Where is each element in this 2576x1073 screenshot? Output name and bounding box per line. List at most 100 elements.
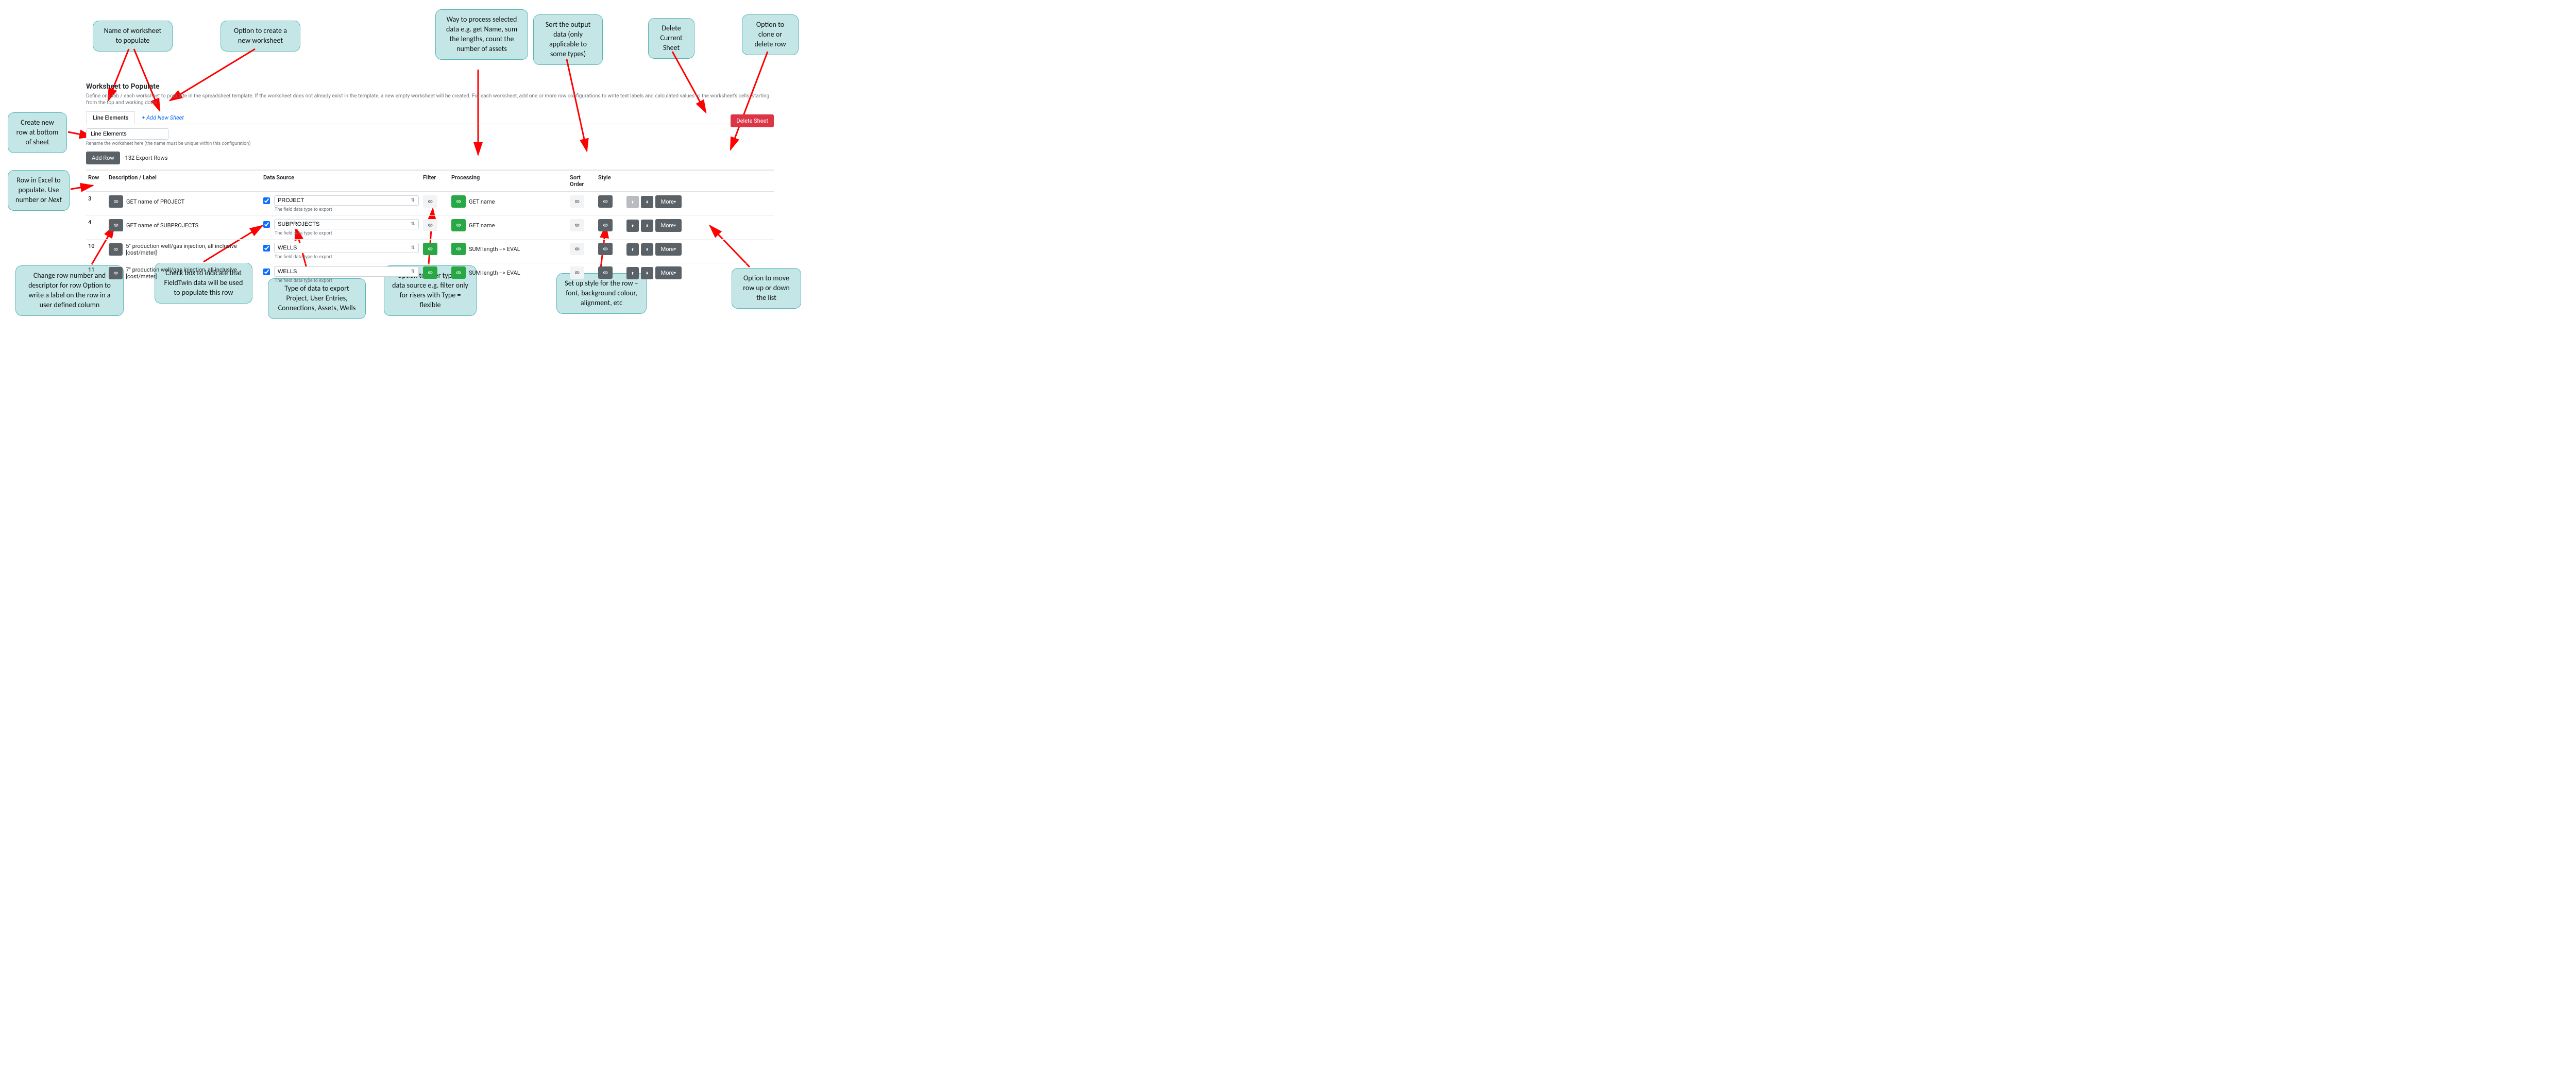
datasource-select[interactable]: WELLS [274, 266, 419, 277]
sort-cell [568, 243, 596, 255]
processing-label: GET name [469, 198, 495, 205]
processing-button[interactable] [451, 219, 466, 231]
edit-description-button[interactable] [109, 243, 123, 256]
more-button[interactable]: More [655, 266, 682, 279]
edit-description-button[interactable] [109, 195, 123, 208]
link-icon [602, 198, 608, 205]
filter-button[interactable] [423, 219, 437, 231]
processing-cell: GET name [449, 195, 568, 208]
filter-button[interactable] [423, 266, 437, 279]
link-icon [455, 222, 462, 228]
sort-cell [568, 219, 596, 231]
filter-button[interactable] [423, 195, 437, 208]
table-row: 105" production well/gas injection, all … [86, 239, 774, 263]
style-cell [596, 219, 624, 231]
more-button[interactable]: More [655, 219, 682, 232]
grid-header: Row Description / Label Data Source Filt… [86, 170, 774, 192]
processing-button[interactable] [451, 243, 466, 255]
link-icon [602, 222, 608, 228]
link-icon [113, 222, 119, 228]
down-icon [645, 270, 649, 276]
link-icon [427, 222, 433, 228]
move-up-button[interactable] [626, 267, 639, 279]
processing-button[interactable] [451, 195, 466, 208]
edit-description-button[interactable] [109, 267, 123, 279]
more-button[interactable]: More [655, 195, 682, 208]
more-button[interactable]: More [655, 243, 682, 256]
datasource-select[interactable]: SUBPROJECTS [274, 219, 419, 229]
filter-cell [421, 219, 449, 231]
move-up-button[interactable] [626, 220, 639, 232]
processing-label: GET name [469, 222, 495, 229]
link-icon [455, 198, 462, 205]
sort-button[interactable] [570, 266, 584, 279]
add-row-button[interactable]: Add Row [86, 152, 120, 164]
callout-processing: Way to process selected data e.g. get Na… [435, 9, 528, 60]
move-down-button[interactable] [641, 267, 653, 279]
link-icon [574, 198, 580, 205]
col-sort: Sort Order [568, 174, 596, 188]
tab-line-elements[interactable]: Line Elements [86, 111, 135, 124]
callout-add-row: Create new row at bottom of sheet [8, 112, 67, 153]
col-processing: Processing [449, 174, 568, 181]
sort-button[interactable] [570, 243, 584, 255]
style-button[interactable] [598, 195, 613, 208]
processing-button[interactable] [451, 266, 466, 279]
processing-label: SUM length --> EVAL [469, 246, 520, 253]
filter-button[interactable] [423, 243, 437, 255]
link-icon [574, 222, 580, 228]
sort-cell [568, 195, 596, 208]
actions-cell: More [624, 219, 684, 232]
datasource-hint: The field data type to export [263, 255, 419, 260]
style-button[interactable] [598, 266, 613, 279]
description-cell: GET name of SUBPROJECTS [107, 219, 261, 231]
up-icon [631, 223, 635, 229]
processing-label: SUM length --> EVAL [469, 270, 520, 276]
row-number: 11 [86, 266, 107, 273]
style-cell [596, 243, 624, 255]
delete-sheet-button[interactable]: Delete Sheet [731, 114, 774, 127]
description-label: GET name of PROJECT [126, 198, 184, 205]
table-row: 4GET name of SUBPROJECTSSUBPROJECTSThe f… [86, 215, 774, 239]
up-icon [631, 270, 635, 276]
style-cell [596, 266, 624, 279]
callout-add-sheet: Option to create a new worksheet [221, 21, 300, 52]
table-row: 11 7" production well/gas injection, all … [86, 263, 774, 287]
callout-clone-delete: Option to clone or delete row [742, 14, 799, 55]
actions-cell: More [624, 266, 684, 279]
worksheet-tabs: Line Elements + Add New Sheet [86, 111, 774, 124]
datasource-cell: PROJECTThe field data type to export [261, 195, 421, 212]
description-label: 7" production well/gas injection, all in… [126, 266, 259, 280]
processing-cell: SUM length --> EVAL [449, 266, 568, 279]
filter-cell [421, 195, 449, 208]
datasource-select[interactable]: PROJECT [274, 195, 419, 206]
link-icon [602, 270, 608, 276]
export-rows-count: 132 Export Rows [125, 155, 168, 161]
use-fieldtwin-checkbox[interactable] [263, 197, 270, 204]
move-down-button[interactable] [641, 196, 653, 208]
move-down-button[interactable] [641, 220, 653, 232]
move-up-button[interactable] [626, 243, 639, 256]
row-number: 3 [86, 195, 107, 202]
callout-sort: Sort the output data (only applicable to… [533, 14, 603, 65]
datasource-select[interactable]: WELLS [274, 243, 419, 253]
link-icon [574, 270, 580, 276]
use-fieldtwin-checkbox[interactable] [263, 245, 270, 252]
col-datasource: Data Source [261, 174, 421, 181]
sort-button[interactable] [570, 195, 584, 208]
link-icon [113, 198, 119, 205]
datasource-hint: The field data type to export [263, 207, 419, 212]
move-down-button[interactable] [641, 243, 653, 256]
edit-description-button[interactable] [109, 219, 123, 231]
sort-button[interactable] [570, 219, 584, 231]
worksheet-name-input[interactable] [86, 128, 168, 140]
use-fieldtwin-checkbox[interactable] [263, 221, 270, 228]
use-fieldtwin-checkbox[interactable] [263, 269, 270, 275]
style-button[interactable] [598, 219, 613, 231]
style-button[interactable] [598, 243, 613, 255]
description-cell: GET name of PROJECT [107, 195, 261, 208]
tab-add-new-sheet[interactable]: + Add New Sheet [135, 111, 190, 124]
actions-cell: More [624, 195, 684, 208]
datasource-cell: WELLSThe field data type to export [261, 266, 421, 283]
description-label: GET name of SUBPROJECTS [126, 222, 198, 229]
